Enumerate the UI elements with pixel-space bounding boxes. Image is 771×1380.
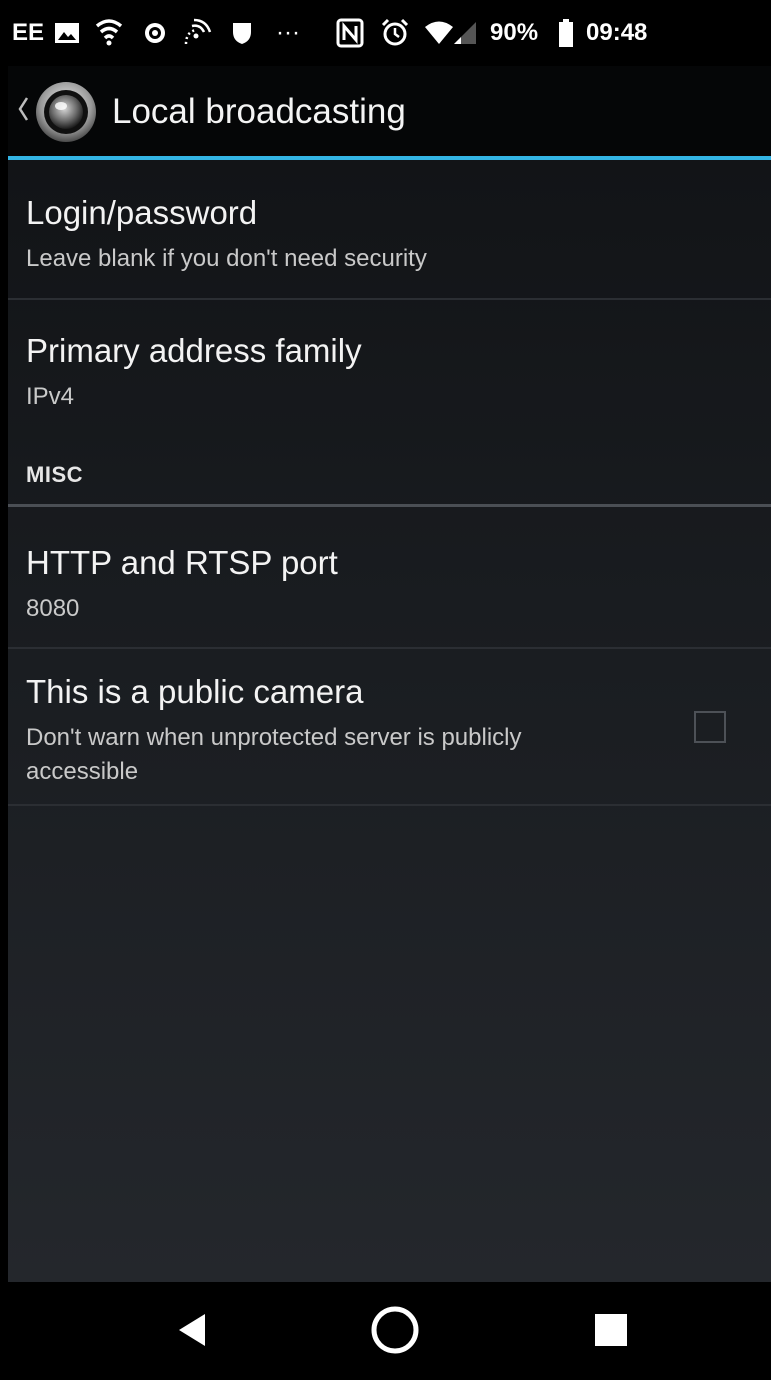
nfc-icon: [336, 0, 364, 66]
back-icon[interactable]: [158, 1300, 228, 1360]
public-camera-checkbox[interactable]: [694, 711, 726, 743]
clock: 09:48: [586, 19, 648, 46]
signal-icon: [452, 0, 478, 66]
page-title: Local broadcasting: [112, 92, 406, 131]
cast-icon: [182, 0, 212, 66]
navigation-bar: [8, 1282, 771, 1380]
pref-title: Primary address family: [26, 332, 362, 369]
recents-icon[interactable]: [576, 1300, 646, 1360]
phone-screen: EE ··· 90% 09:48 Local broadcasting Logi…: [8, 0, 771, 1380]
pref-summary: Leave blank if you don't need security: [26, 245, 427, 272]
wifi-hotspot-icon: [94, 0, 124, 66]
pref-title: This is a public camera: [26, 673, 364, 710]
battery-percent: 90%: [490, 19, 539, 46]
preferences-list: Login/password Leave blank if you don't …: [8, 160, 771, 1282]
pref-login-password[interactable]: Login/password Leave blank if you don't …: [8, 160, 771, 298]
up-caret-icon[interactable]: [16, 96, 30, 122]
pref-title: Login/password: [26, 194, 258, 231]
carrier-label: EE: [12, 19, 45, 46]
more-icon: ···: [276, 19, 300, 46]
pref-summary: IPv4: [26, 383, 75, 410]
home-icon[interactable]: [360, 1300, 430, 1360]
pref-summary: 8080: [26, 595, 80, 622]
pref-public-camera[interactable]: This is a public camera Don't warn when …: [8, 649, 771, 804]
wifi-icon: [424, 0, 454, 66]
alarm-icon: [380, 0, 410, 66]
status-bar: EE ··· 90% 09:48: [8, 0, 771, 66]
category-header-misc: MISC: [26, 462, 83, 487]
app-camera-logo-icon[interactable]: [34, 80, 98, 144]
shield-icon: [230, 0, 254, 66]
image-icon: [54, 0, 80, 66]
battery-icon: [558, 0, 574, 66]
pref-http-rtsp-port[interactable]: HTTP and RTSP port 8080: [8, 507, 771, 647]
pref-primary-address-family[interactable]: Primary address family IPv4: [8, 300, 771, 430]
pref-summary: Don't warn when unprotected server is pu…: [26, 724, 522, 785]
vpn-icon: [142, 0, 168, 66]
divider: [8, 804, 771, 806]
pref-title: HTTP and RTSP port: [26, 544, 338, 581]
